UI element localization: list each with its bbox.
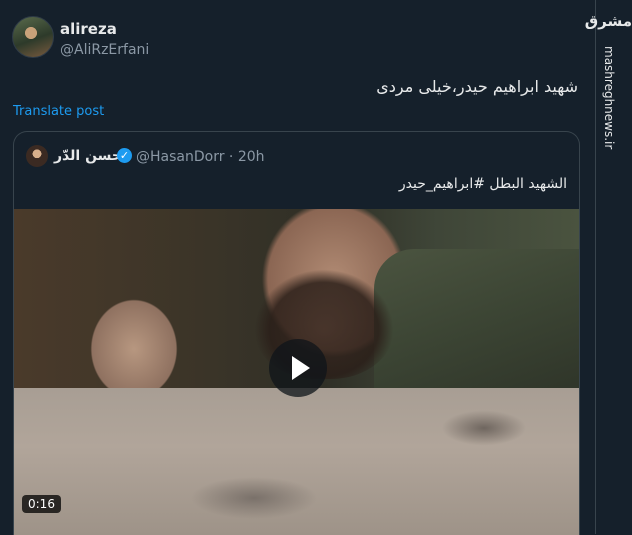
column-divider (595, 0, 596, 534)
tweet: alireza @AliRzErfani شهید ابراهیم حیدر،خ… (0, 0, 595, 535)
video-player[interactable]: 0:16 (14, 209, 579, 535)
quoted-tweet-text: الشهيد البطل #ابراهيم_حيدر (398, 176, 567, 192)
watermark-logo: مشرق (584, 12, 632, 30)
quoted-avatar[interactable] (26, 145, 48, 167)
author-name[interactable]: alireza (60, 20, 117, 38)
author-handle[interactable]: @AliRzErfani (60, 42, 149, 58)
tweet-text: شهید ابراهیم حیدر،خیلی مردی (376, 77, 578, 96)
quoted-author-name[interactable]: حسن الدّر (54, 148, 122, 164)
quoted-tweet[interactable]: حسن الدّر ✓ @HasanDorr · 20h الشهيد البط… (13, 131, 580, 535)
translate-post-link[interactable]: Translate post (13, 104, 104, 119)
verified-badge-icon: ✓ (117, 148, 132, 163)
avatar[interactable] (12, 16, 54, 58)
watermark-url: mashreghnews.ir (602, 46, 616, 150)
quoted-handle-time[interactable]: @HasanDorr · 20h (136, 149, 265, 165)
play-button[interactable] (269, 339, 327, 397)
video-jacket-shape (374, 249, 579, 389)
play-icon (292, 356, 310, 380)
watermark: مشرق mashreghnews.ir (584, 12, 632, 149)
video-frame-bottom (14, 388, 579, 535)
video-duration-badge: 0:16 (22, 495, 61, 513)
